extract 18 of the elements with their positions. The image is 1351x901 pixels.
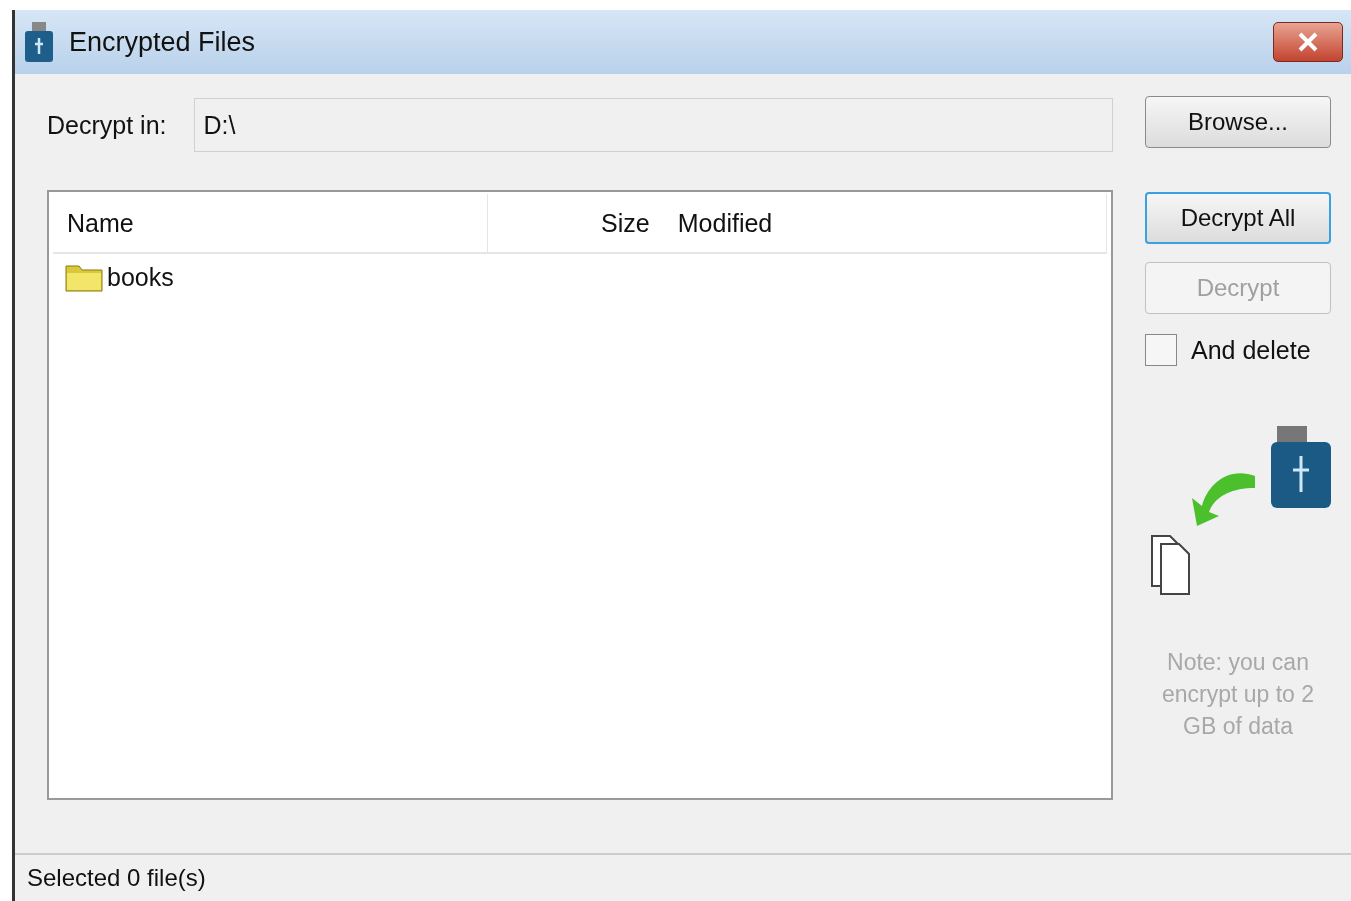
status-bar: Selected 0 file(s) bbox=[15, 853, 1351, 901]
close-button[interactable] bbox=[1273, 22, 1343, 62]
checkbox[interactable] bbox=[1145, 334, 1177, 366]
file-row[interactable]: books bbox=[53, 254, 1107, 300]
path-field[interactable]: D:\ bbox=[194, 98, 1113, 152]
action-button[interactable]: Decrypt All bbox=[1145, 192, 1331, 244]
action-button[interactable]: Browse... bbox=[1145, 96, 1331, 148]
column-header[interactable]: Modified bbox=[663, 194, 1107, 252]
close-icon bbox=[1297, 31, 1319, 53]
checkbox-label: And delete bbox=[1191, 335, 1311, 365]
file-name: books bbox=[107, 262, 174, 292]
column-header[interactable]: Size bbox=[487, 194, 664, 252]
usb-drive-icon bbox=[25, 22, 53, 62]
note-text: Note: you can encrypt up to 2 GB of data bbox=[1160, 648, 1316, 742]
folder-icon bbox=[65, 262, 103, 292]
window-title: Encrypted Files bbox=[69, 26, 257, 58]
column-header[interactable]: Name bbox=[53, 194, 488, 252]
decrypt-in-label: Decrypt in: bbox=[47, 110, 167, 140]
